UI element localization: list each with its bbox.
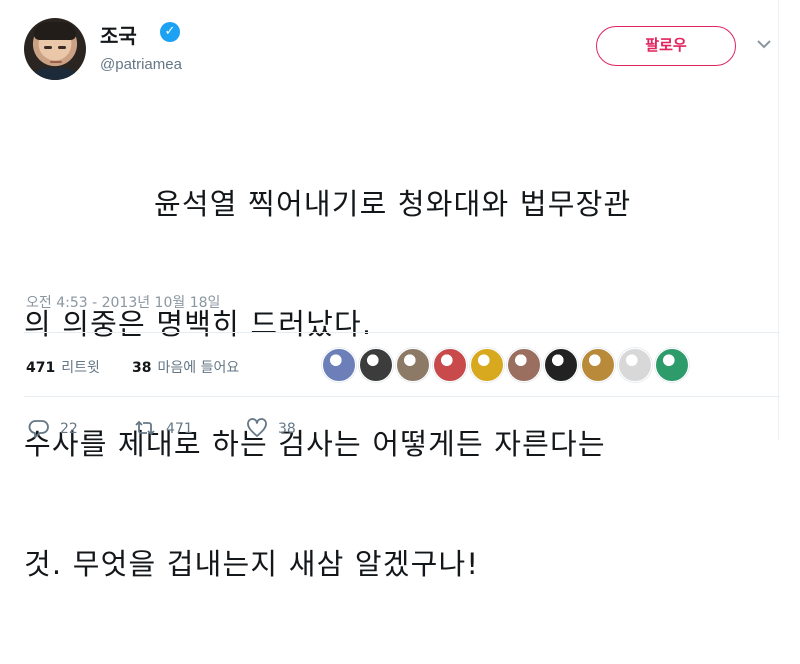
reply-count: 22: [60, 421, 78, 437]
chevron-down-icon[interactable]: [756, 38, 772, 50]
avatar-mouth: [50, 61, 62, 63]
tweet-card: 조국 ✓ @patriamea 팔로우 윤석열 찍어내기로 청와대와 법무장관 …: [0, 0, 800, 581]
scroll-edge: [778, 0, 779, 440]
tweet-text-line: 윤석열 찍어내기로 청와대와 법무장관: [154, 187, 632, 221]
retweet-stat-label: 리트윗: [61, 360, 100, 376]
liker-avatar-6[interactable]: [507, 348, 541, 382]
retweet-stat-count: 471: [26, 360, 56, 376]
liker-avatar-1[interactable]: [322, 348, 356, 382]
retweet-stat[interactable]: 471 리트윗: [26, 357, 100, 377]
divider: [24, 332, 780, 333]
display-name[interactable]: 조국: [100, 20, 137, 49]
verified-badge-icon: ✓: [160, 22, 180, 42]
divider: [24, 396, 780, 397]
retweet-count: 471: [166, 421, 193, 437]
liker-avatar-10[interactable]: [655, 348, 689, 382]
liker-avatar-8[interactable]: [581, 348, 615, 382]
tweet-text-line: 것. 무엇을 겁내는지 새삼 알겠구나!: [24, 547, 480, 581]
like-stat-count: 38: [132, 360, 152, 376]
liker-avatar-5[interactable]: [470, 348, 504, 382]
follow-button[interactable]: 팔로우: [596, 26, 736, 66]
like-count: 38: [278, 421, 296, 437]
liker-avatar-3[interactable]: [396, 348, 430, 382]
user-handle[interactable]: @patriamea: [100, 56, 182, 73]
retweet-icon: [135, 420, 155, 436]
avatar[interactable]: [24, 18, 86, 80]
liker-avatar-4[interactable]: [433, 348, 467, 382]
liker-avatar-7[interactable]: [544, 348, 578, 382]
tweet-text: 윤석열 찍어내기로 청와대와 법무장관 의 의중은 명백히 드러났다. 수사를 …: [24, 104, 794, 664]
liker-avatar-2[interactable]: [359, 348, 393, 382]
avatar-eye-right: [58, 46, 66, 49]
avatar-shirt: [30, 68, 80, 80]
avatar-hair: [34, 22, 76, 40]
heart-icon: [247, 418, 267, 437]
like-stat-label: 마음에 들어요: [157, 360, 240, 376]
avatar-eye-left: [44, 46, 52, 49]
tweet-timestamp[interactable]: 오전 4:53 - 2013년 10월 18일: [26, 292, 220, 312]
reply-icon: [28, 420, 49, 438]
liker-avatar-9[interactable]: [618, 348, 652, 382]
like-stat[interactable]: 38 마음에 들어요: [132, 357, 239, 377]
